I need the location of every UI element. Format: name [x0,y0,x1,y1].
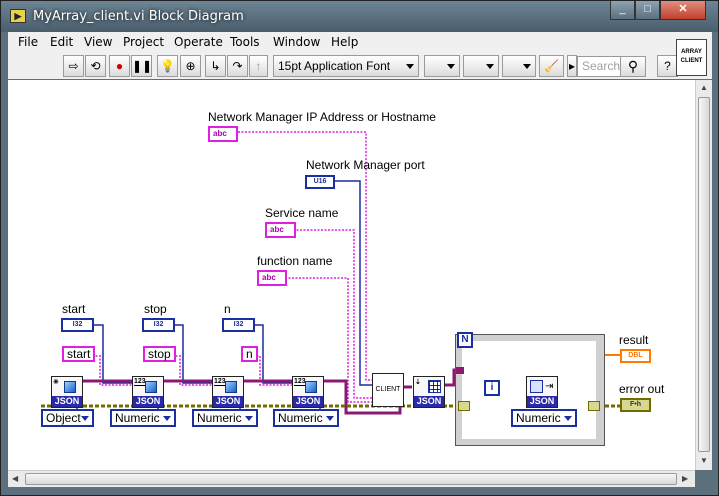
start-terminal[interactable]: I32 [61,318,94,332]
connector-pane-text-2: CLIENT [680,58,703,64]
menu-project[interactable]: Project [123,35,164,49]
step-out-button[interactable]: ↑ [249,55,268,77]
align-objects-dropdown[interactable] [424,55,460,77]
menu-help[interactable]: Help [331,35,358,49]
service-constant[interactable]: abc [265,222,296,238]
vertical-scrollbar[interactable]: ▲ ▼ [695,80,712,470]
font-dropdown[interactable]: 15pt Application Font [273,55,419,77]
vertical-scroll-thumb[interactable] [698,97,710,452]
json-get-element-vi[interactable]: ⇥ JSON [526,376,558,408]
menu-window[interactable]: Window [273,35,320,49]
scroll-left-arrow-icon[interactable]: ◀ [12,474,18,483]
loop-count-terminal[interactable]: N [457,332,473,348]
title-bar: ▶ MyArray_client.vi Block Diagram _ □ ✕ [1,1,718,32]
stop-terminal[interactable]: I32 [142,318,175,332]
label-service: Service name [265,206,339,220]
start-string-constant[interactable]: start [62,346,96,362]
label-start: start [62,302,86,316]
label-function: function name [257,254,333,268]
horizontal-scrollbar[interactable]: ◀ ▶ [8,470,695,487]
menu-edit[interactable]: Edit [50,35,73,49]
scroll-up-arrow-icon[interactable]: ▲ [700,83,708,92]
distribute-objects-dropdown[interactable] [463,55,499,77]
retain-wire-values-button[interactable]: ⊕ [180,55,201,77]
error-shift-register-right[interactable] [588,401,600,411]
json-set-numeric-vi-1[interactable]: 123 JSON [132,376,164,408]
label-ip: Network Manager IP Address or Hostname [208,110,436,124]
block-diagram-canvas[interactable]: Network Manager IP Address or Hostname a… [8,80,695,470]
reorder-dropdown[interactable] [502,55,536,77]
json-new-object-vi[interactable]: ✳ JSON [51,376,83,408]
json-vi-label: JSON [213,396,243,407]
highlight-execution-button[interactable]: 💡 [157,55,178,77]
menu-bar: File Edit View Project Operate Tools Win… [8,32,712,52]
json-get-array-size-vi[interactable]: ⇣ JSON [413,376,445,408]
pause-button[interactable]: ❚❚ [131,55,152,77]
step-into-button[interactable]: ↳ [205,55,226,77]
run-button[interactable]: ⇨ [63,55,84,77]
numeric-type-ring-1[interactable]: Numeric [110,409,176,427]
labview-app-icon: ▶ [10,9,26,23]
horizontal-scroll-thumb[interactable] [25,473,677,485]
clean-up-diagram-button[interactable]: 🧹 [539,55,564,77]
result-indicator[interactable]: DBL [620,349,651,363]
n-string-constant[interactable]: n [241,346,258,362]
window-title: MyArray_client.vi Block Diagram [33,9,244,24]
abort-button[interactable]: ● [109,55,130,77]
numeric-glyph: 123 [214,378,226,386]
json-vi-label: JSON [414,396,444,407]
menu-operate[interactable]: Operate [174,35,223,49]
menu-file[interactable]: File [18,35,38,49]
step-over-button[interactable]: ↷ [227,55,248,77]
label-stop: stop [144,302,167,316]
context-help-button[interactable]: ? [657,55,678,77]
label-error-out: error out [619,382,665,396]
menu-tools[interactable]: Tools [230,35,260,49]
stop-string-constant[interactable]: stop [143,346,176,362]
json-vi-label: JSON [133,396,163,407]
numeric-type-ring-4[interactable]: Numeric [511,409,577,427]
json-set-numeric-vi-3[interactable]: 123 JSON [292,376,324,408]
menu-view[interactable]: View [84,35,112,49]
loop-iteration-terminal[interactable]: i [484,380,500,396]
toolbar-chevron[interactable]: ▸ [567,55,577,77]
labview-window: ▶ MyArray_client.vi Block Diagram _ □ ✕ … [0,0,719,496]
object-type-ring[interactable]: Object [41,409,94,427]
connector-pane-icon[interactable]: ARRAY CLIENT [676,39,707,76]
maximize-button[interactable]: □ [635,1,660,20]
array-input-tunnel[interactable] [456,367,464,374]
label-n: n [224,302,231,316]
client-subvi[interactable]: CLIENT [372,373,404,407]
connector-pane-text-1: ARRAY [681,49,702,55]
label-port: Network Manager port [306,158,425,172]
label-result: result [619,333,649,347]
numeric-glyph: 123 [134,378,146,386]
scroll-right-arrow-icon[interactable]: ▶ [682,474,688,483]
json-vi-label: JSON [52,396,82,407]
scroll-down-arrow-icon[interactable]: ▼ [700,456,708,465]
close-button[interactable]: ✕ [660,1,706,20]
port-terminal[interactable]: U16 [305,175,335,189]
numeric-glyph: 123 [294,378,306,386]
numeric-type-ring-2[interactable]: Numeric [192,409,258,427]
minimize-button[interactable]: _ [610,1,635,20]
json-set-numeric-vi-2[interactable]: 123 JSON [212,376,244,408]
numeric-type-ring-3[interactable]: Numeric [273,409,339,427]
run-continuously-button[interactable]: ⟲ [85,55,106,77]
search-icon[interactable]: ⚲ [620,56,646,77]
error-out-indicator[interactable]: F•h [620,398,651,412]
json-vi-label: JSON [527,396,557,407]
function-constant[interactable]: abc [257,270,287,286]
error-shift-register-left[interactable] [458,401,470,411]
n-terminal[interactable]: I32 [222,318,255,332]
ip-constant[interactable]: abc [208,126,238,142]
json-vi-label: JSON [293,396,323,407]
